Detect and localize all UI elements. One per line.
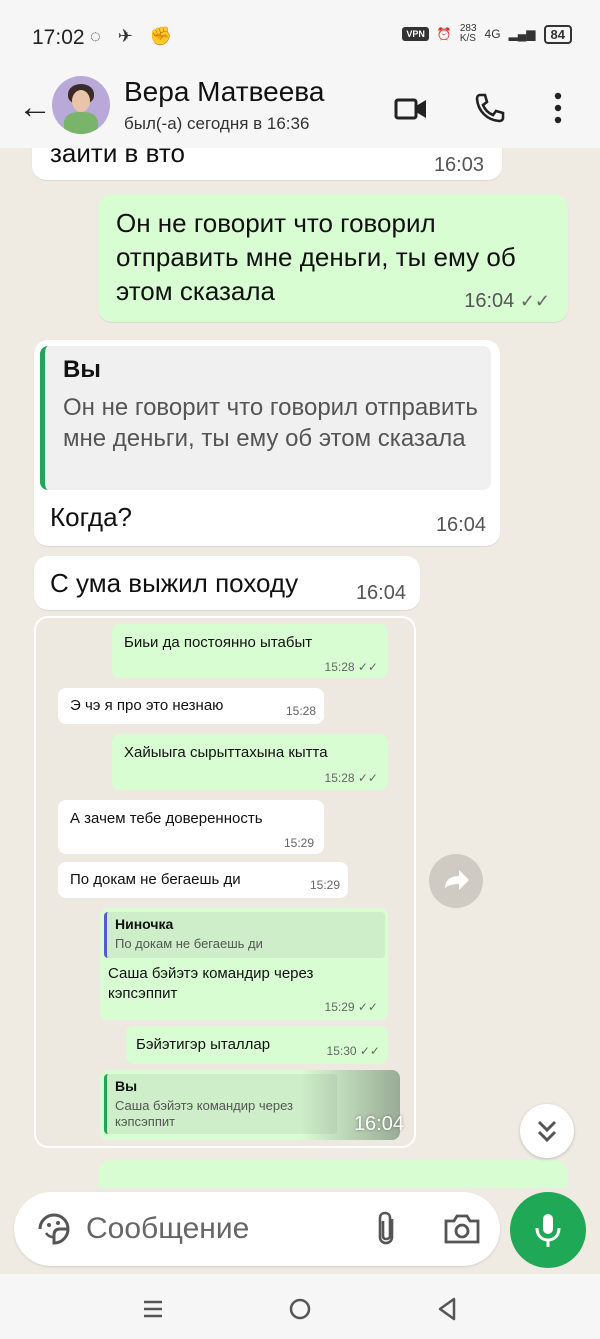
contact-name[interactable]: Вера Матвеева	[124, 76, 324, 108]
message-incoming-reply[interactable]: Вы Он не говорит что говорил отправить м…	[34, 340, 500, 546]
inner-message-text: А зачем тебе доверенность	[70, 810, 263, 827]
inner-message-time: 15:29 ✓✓	[324, 1000, 378, 1014]
forward-icon	[445, 870, 469, 890]
inner-message-time: 15:30 ✓✓	[326, 1044, 380, 1058]
inner-message-time: 15:29	[283, 836, 314, 850]
inner-message-incoming: А зачем тебе доверенность 15:29	[58, 800, 324, 854]
image-message[interactable]: Биьи да постоянно ытабыт 15:28 ✓✓ Э чэ я…	[34, 616, 416, 1148]
network-type: 4G	[484, 27, 501, 41]
arrow-left-icon[interactable]: ←	[18, 88, 52, 127]
alarm-icon: ⏰	[436, 27, 452, 41]
message-time-value: 16:04	[464, 290, 515, 312]
message-time: 16:03	[433, 154, 484, 176]
inner-quote-text: По докам не бегаешь ди	[115, 936, 263, 951]
inner-message-text: Э чэ я про это незнаю	[70, 697, 224, 714]
sticker-icon[interactable]	[34, 1209, 74, 1249]
inner-message-time: 15:28	[285, 704, 316, 718]
read-ticks-icon: ✓✓	[519, 291, 550, 311]
chat-area[interactable]: зайти в вто 16:03 Он не говорит что гово…	[0, 148, 600, 1188]
avatar[interactable]	[52, 76, 110, 134]
inner-message-text: Саша бэйэтэ командир через кэпсэппит	[108, 965, 314, 1002]
inner-message-text: Хайыыга сырыттахына кытта	[124, 744, 328, 761]
back-nav-icon[interactable]	[432, 1294, 462, 1324]
avatar-body	[64, 112, 98, 134]
message-incoming[interactable]: С ума выжил походу 16:04	[34, 556, 420, 610]
mic-icon	[535, 1214, 561, 1247]
status-bar: 17:02 ◌ ✈ ✊ VPN ⏰ 283 K/S 4G ▂▄▆ 84	[0, 0, 600, 70]
inner-message-text: Биьи да постоянно ытабыт	[124, 634, 313, 651]
message-placeholder: Сообщение	[86, 1212, 250, 1245]
message-text: С ума выжил походу	[50, 568, 299, 598]
network-speed: 283 K/S	[460, 24, 477, 44]
forward-button[interactable]	[429, 854, 483, 908]
home-icon[interactable]	[285, 1294, 315, 1324]
quote-author: Вы	[63, 356, 101, 383]
chat-header: ← Вера Матвеева был(-а) сегодня в 16:36	[0, 70, 600, 148]
inner-message-outgoing: Биьи да постоянно ытабыт 15:28 ✓✓	[112, 624, 388, 678]
message-text: зайти в вто	[50, 148, 185, 168]
status-right: VPN ⏰ 283 K/S 4G ▂▄▆ 84	[402, 24, 572, 44]
signal-icon: ▂▄▆	[508, 27, 536, 41]
message-input[interactable]: Сообщение	[14, 1192, 500, 1266]
inner-message-text: По докам не бегаешь ди	[70, 871, 241, 888]
last-seen: был(-а) сегодня в 16:36	[124, 114, 310, 133]
quote-text: Он не говорит что говорил отправить мне …	[63, 394, 478, 452]
camera-icon[interactable]	[442, 1211, 482, 1247]
notification-icons: ◌ ✈ ✊	[90, 26, 179, 46]
avatar-face	[72, 90, 90, 112]
inner-message-time: 15:28 ✓✓	[324, 771, 378, 785]
inner-quote-author: Вы	[115, 1078, 138, 1094]
inner-message-outgoing: Бэйэтигэр ыталлар 15:30 ✓✓	[126, 1026, 388, 1064]
inner-message-incoming: Э чэ я про это незнаю 15:28	[58, 688, 324, 724]
paperclip-icon[interactable]	[372, 1209, 402, 1249]
battery-icon: 84	[543, 24, 572, 44]
inner-message-time: 15:29	[309, 878, 340, 892]
composer: Сообщение	[0, 1188, 600, 1274]
message-time: 16:04 ✓✓	[464, 290, 550, 313]
system-nav-bar	[0, 1274, 600, 1339]
message-outgoing-partial[interactable]	[98, 1160, 568, 1188]
video-call-icon[interactable]	[394, 94, 428, 124]
inner-message-outgoing: Хайыыга сырыттахына кытта 15:28 ✓✓	[112, 734, 388, 790]
mic-button[interactable]	[510, 1192, 586, 1268]
more-vertical-icon[interactable]	[548, 90, 568, 126]
inner-message-text: Бэйэтигэр ыталлар	[136, 1036, 271, 1053]
vpn-badge: VPN	[402, 27, 429, 41]
message-time: 16:04	[355, 582, 406, 604]
status-time: 17:02	[32, 26, 85, 49]
speed-unit: K/S	[459, 33, 476, 44]
inner-quote-author: Ниночка	[115, 916, 174, 932]
inner-quote: Ниночка По докам не бегаешь ди	[104, 912, 385, 958]
image-message-time: 16:04	[353, 1113, 404, 1135]
chevron-double-down-icon	[537, 1120, 557, 1143]
scroll-to-bottom-button[interactable]	[520, 1104, 574, 1158]
inner-message-incoming: По докам не бегаешь ди 15:29	[58, 862, 348, 898]
inner-message-time: 15:28 ✓✓	[324, 660, 378, 674]
message-incoming[interactable]: зайти в вто 16:03	[32, 148, 502, 180]
quoted-message[interactable]: Вы Он не говорит что говорил отправить м…	[40, 346, 491, 490]
menu-icon[interactable]	[138, 1294, 168, 1324]
message-text: Когда?	[50, 502, 133, 532]
message-time: 16:04	[435, 514, 486, 536]
phone-icon[interactable]	[474, 92, 506, 124]
message-outgoing[interactable]: Он не говорит что говорил отправить мне …	[98, 194, 568, 322]
inner-message-outgoing-reply: Ниночка По докам не бегаешь ди Саша бэйэ…	[100, 908, 388, 1020]
